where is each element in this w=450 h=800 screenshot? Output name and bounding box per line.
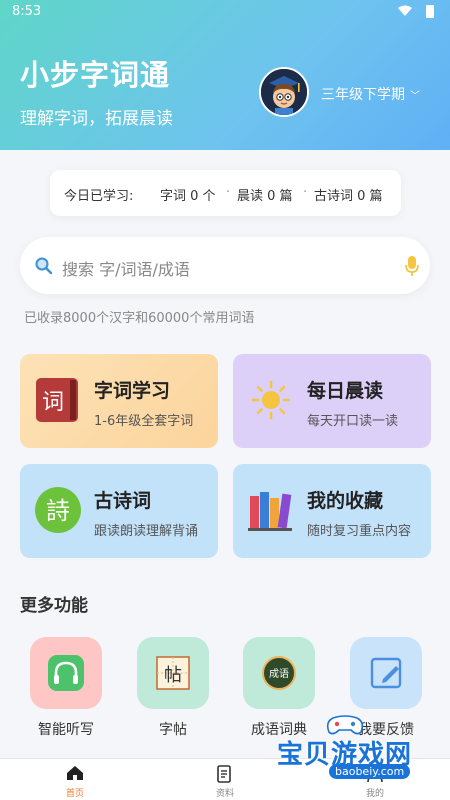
- headphones-icon: [30, 637, 102, 709]
- status-time: 8:53: [12, 4, 42, 19]
- today-morning: 晨读 0 篇: [237, 189, 293, 204]
- books-icon: [248, 492, 292, 531]
- header-banner: 8:53 小步字词通 理解字词，拓展晨读 三年级下学期 ﹀: [0, 0, 450, 150]
- app-title: 小步字词通: [20, 58, 171, 92]
- wifi-icon: [398, 5, 412, 16]
- feature-label: 智能听写: [38, 722, 94, 738]
- microphone-icon[interactable]: [404, 255, 420, 277]
- ancient-poetry-card[interactable]: 詩 古诗词 跟读朗读理解背诵: [20, 464, 218, 558]
- card-title: 字词学习: [94, 380, 171, 402]
- tab-label: 资料: [215, 789, 234, 799]
- grade-selector[interactable]: 三年级下学期 ﹀: [321, 84, 420, 104]
- feedback-icon: [350, 637, 422, 709]
- tab-materials[interactable]: 资料: [195, 759, 255, 800]
- today-progress-card: 今日已学习: 字词 0 个 · 晨读 0 篇 · 古诗词 0 篇: [50, 170, 401, 216]
- card-subtitle: 随时复习重点内容: [307, 524, 412, 539]
- word-book-glyph: 词: [42, 390, 64, 415]
- search-bar[interactable]: 搜索 字/词语/成语: [20, 237, 430, 294]
- card-title: 我的收藏: [307, 490, 384, 512]
- today-words: 字词 0 个: [160, 189, 216, 204]
- tab-label: 我的: [365, 789, 384, 799]
- copybook-icon: 帖: [137, 637, 209, 709]
- poetry-badge-glyph: 詩: [46, 497, 70, 525]
- document-icon: [217, 765, 231, 783]
- card-title: 古诗词: [94, 490, 152, 512]
- my-favorites-card[interactable]: 我的收藏 随时复习重点内容: [233, 464, 431, 558]
- grade-label: 三年级下学期: [321, 87, 405, 103]
- today-poems: 古诗词 0 篇: [314, 189, 383, 204]
- today-label: 今日已学习:: [64, 189, 134, 204]
- dictionary-count-text: 已收录8000个汉字和60000个常用词语: [24, 311, 255, 326]
- search-icon: [35, 257, 53, 275]
- chevron-down-icon: ﹀: [410, 91, 420, 102]
- card-title: 每日晨读: [307, 380, 384, 402]
- student-avatar-icon: [261, 69, 307, 115]
- search-input[interactable]: 搜索 字/词语/成语: [62, 256, 190, 280]
- poetry-badge-icon: 詩: [35, 487, 81, 533]
- feature-label: 字帖: [159, 722, 187, 738]
- gamepad-icon: [326, 715, 364, 735]
- tab-home[interactable]: 首页: [45, 759, 105, 800]
- idiom-dictionary-icon: 成语: [243, 637, 315, 709]
- watermark-logo: 宝贝游戏网 baobeiy.com: [275, 712, 447, 782]
- card-subtitle: 每天开口读一读: [307, 414, 399, 429]
- app-subtitle: 理解字词，拓展晨读: [20, 109, 173, 129]
- battery-icon: [426, 5, 434, 18]
- card-subtitle: 跟读朗读理解背诵: [94, 524, 199, 539]
- status-bar: 8:53: [12, 2, 438, 20]
- more-features-title: 更多功能: [20, 596, 88, 616]
- morning-reading-card[interactable]: 每日晨读 每天开口读一读: [233, 354, 431, 448]
- watermark-url: baobeiy.com: [329, 764, 411, 779]
- word-book-icon: 词: [36, 378, 78, 422]
- idiom-glyph: 成语: [269, 668, 289, 680]
- home-icon: [67, 766, 83, 780]
- avatar[interactable]: [259, 67, 309, 117]
- tab-label: 首页: [65, 789, 84, 799]
- card-subtitle: 1-6年级全套字词: [94, 414, 194, 429]
- separator-dot: ·: [226, 185, 231, 200]
- word-study-card[interactable]: 词 字词学习 1-6年级全套字词: [20, 354, 218, 448]
- copybook-glyph: 帖: [164, 665, 182, 686]
- separator-dot: ·: [303, 185, 308, 200]
- sun-icon: [251, 380, 291, 420]
